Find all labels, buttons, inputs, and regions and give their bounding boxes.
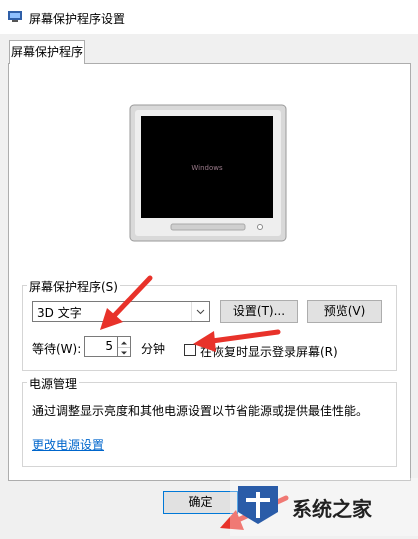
screensaver-group-label: 屏幕保护程序(S) (27, 278, 120, 295)
resume-logon-label[interactable]: 在恢复时显示登录屏幕(R) (200, 343, 338, 360)
power-group (22, 382, 397, 467)
settings-button[interactable]: 设置(T)... (220, 300, 298, 323)
wait-unit: 分钟 (141, 342, 166, 356)
watermark: 系统之家 (230, 478, 418, 536)
power-description: 通过调整显示亮度和其他电源设置以节省能源或提供最佳性能。 (32, 404, 369, 418)
screensaver-select[interactable]: 3D 文字 (32, 301, 210, 322)
preview-button[interactable]: 预览(V) (307, 300, 382, 323)
wait-label: 等待(W): (32, 342, 82, 356)
ok-button[interactable]: 确定 (163, 491, 238, 514)
watermark-logo-icon: 系统之家 (230, 478, 418, 536)
stepper-down-icon[interactable] (118, 347, 130, 357)
power-group-label: 电源管理 (27, 375, 80, 392)
change-power-settings-link[interactable]: 更改电源设置 (32, 436, 104, 453)
title-bar: 屏幕保护程序设置 (0, 0, 418, 34)
resume-logon-checkbox[interactable] (184, 344, 196, 356)
watermark-text: 系统之家 (292, 497, 373, 521)
screensaver-app-icon (8, 11, 22, 22)
window-title: 屏幕保护程序设置 (29, 12, 126, 26)
wait-stepper[interactable] (118, 336, 131, 357)
preview-text: Windows (191, 164, 223, 172)
tab-screensaver[interactable]: 屏幕保护程序 (9, 40, 85, 64)
wait-minutes-input[interactable]: 5 (84, 336, 118, 357)
monitor-preview: Windows (129, 104, 287, 242)
chevron-down-icon[interactable] (191, 302, 209, 321)
screensaver-select-value: 3D 文字 (37, 306, 82, 320)
